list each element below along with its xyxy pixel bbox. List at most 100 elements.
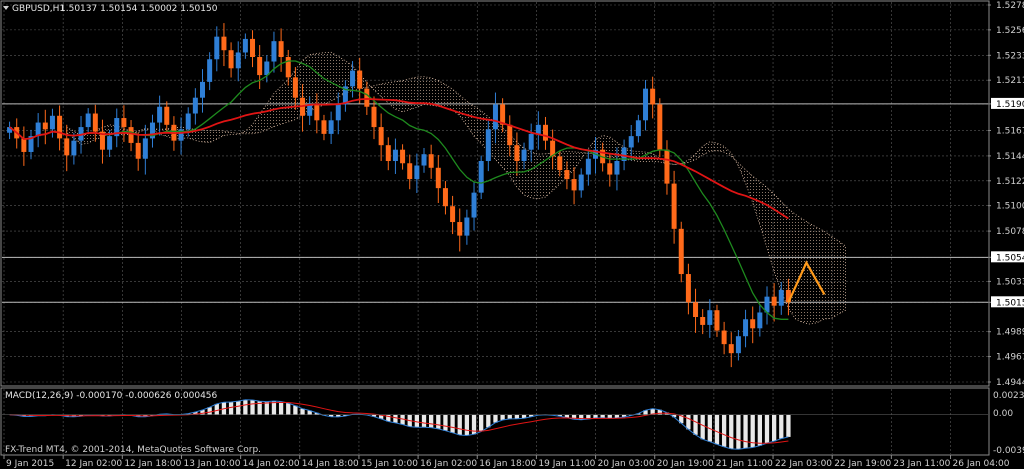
candle-body — [157, 106, 163, 123]
time-tick-label: 23 Jan 11:00 — [893, 459, 950, 469]
price-tick-label: 1.49670 — [996, 353, 1024, 363]
price-tick-label: 1.51005 — [996, 202, 1024, 212]
time-tick-label: 20 Jan 03:00 — [598, 459, 655, 469]
candle-body — [335, 104, 341, 121]
candle-body — [49, 115, 55, 130]
time-tick-label: 16 Jan 02:00 — [420, 459, 477, 469]
price-tick-label: 1.51225 — [996, 177, 1024, 187]
candle-body — [757, 312, 763, 329]
candle-body — [643, 88, 649, 121]
candle-body — [264, 61, 270, 76]
candle-body — [478, 161, 484, 193]
ohlc-label: 1.50137 1.50154 1.50002 1.50150 — [60, 4, 218, 14]
candle-body — [385, 145, 391, 161]
candle-body — [328, 120, 334, 134]
candle-body — [207, 59, 213, 82]
time-tick-label: 15 Jan 10:00 — [361, 459, 418, 469]
candle-body — [685, 274, 691, 303]
candle-body — [371, 106, 377, 128]
candle-body — [721, 330, 727, 345]
time-tick-label: 14 Jan 02:00 — [243, 459, 300, 469]
price-tick-label: 1.49890 — [996, 328, 1024, 338]
price-tick-label: 1.50335 — [996, 277, 1024, 287]
candle-body — [535, 124, 541, 134]
price-tick-label: 1.50780 — [996, 227, 1024, 237]
candle-body — [392, 149, 398, 161]
candle-body — [314, 104, 320, 121]
candle-body — [585, 158, 591, 175]
candle-body — [528, 133, 534, 150]
macd-label-zero: 0.00 — [993, 409, 1013, 419]
macd-title: MACD(12,26,9) -0.000170 -0.000626 0.0004… — [5, 391, 218, 401]
candle-body — [292, 77, 298, 98]
candle-body — [542, 124, 548, 141]
candle-body — [628, 136, 634, 148]
candle-body — [321, 120, 327, 134]
candle-body — [485, 129, 491, 161]
candle-body — [664, 149, 670, 184]
candle-body — [464, 217, 470, 236]
candle-body — [228, 50, 234, 69]
candle-body — [728, 344, 734, 354]
candle-body — [214, 36, 220, 60]
candle-body — [578, 174, 584, 191]
candle-body — [714, 310, 720, 331]
candle-body — [571, 179, 577, 191]
time-tick-label: 22 Jan 19:00 — [834, 459, 891, 469]
candle-body — [221, 36, 227, 51]
candle-body — [199, 81, 206, 98]
time-tick-label: 12 Jan 18:00 — [124, 459, 181, 469]
candle-body — [421, 154, 427, 166]
candle-body — [650, 88, 656, 105]
copyright-text: FX-Trend MT4, © 2001-2014, MetaQuotes So… — [5, 445, 261, 455]
candle-body — [614, 161, 620, 175]
candle-body — [635, 120, 641, 137]
candle-body — [21, 138, 27, 152]
candle-body — [250, 38, 256, 57]
candle-body — [450, 206, 456, 223]
candle-body — [235, 52, 241, 69]
candle-body — [128, 127, 134, 143]
candle-body — [400, 149, 406, 164]
candle-body — [771, 296, 777, 306]
candle-body — [242, 38, 248, 53]
macd-label-top: 0.002391 — [993, 391, 1024, 401]
candle-body — [257, 57, 263, 76]
candle-body — [492, 104, 498, 130]
candle-body — [142, 138, 148, 159]
candle-body — [564, 170, 570, 180]
time-tick-label: 21 Jan 11:00 — [716, 459, 773, 469]
time-tick-label: 16 Jan 18:00 — [479, 459, 536, 469]
candle-body — [285, 57, 291, 78]
price-chart[interactable]: GBPUSD,H1 1.50137 1.50154 1.50002 1.5015… — [0, 0, 1024, 469]
candle-body — [743, 319, 749, 337]
candle-body — [107, 136, 113, 150]
candle-body — [271, 41, 277, 62]
candle-body — [164, 106, 170, 125]
candle-body — [64, 138, 70, 156]
macd-label-bottom: -0.003935 — [993, 446, 1024, 456]
candle-body — [607, 163, 613, 175]
candle-body — [42, 122, 48, 130]
candle-body — [507, 124, 513, 146]
candle-body — [778, 289, 784, 306]
candle-body — [514, 145, 520, 161]
candle-body — [192, 97, 198, 114]
time-tick-label: 12 Jan 02:00 — [65, 459, 122, 469]
candle-body — [407, 163, 413, 180]
price-tick-label: 1.51445 — [996, 152, 1024, 162]
time-tick-label: 19 Jan 11:00 — [538, 459, 595, 469]
time-tick-label: 26 Jan 04:00 — [953, 459, 1010, 469]
candle-body — [557, 156, 563, 171]
candle-body — [57, 115, 63, 139]
time-tick-label: 13 Jan 10:00 — [183, 459, 240, 469]
candle-body — [85, 113, 91, 128]
time-tick-label: 9 Jan 2015 — [6, 459, 54, 469]
candle-body — [378, 127, 384, 146]
candle-body — [278, 41, 284, 57]
price-tick-label: 1.51905 — [996, 100, 1024, 110]
time-tick-label: 14 Jan 18:00 — [302, 459, 359, 469]
time-tick-label: 20 Jan 19:00 — [657, 459, 714, 469]
candle-body — [414, 165, 420, 180]
candle-body — [185, 113, 191, 130]
